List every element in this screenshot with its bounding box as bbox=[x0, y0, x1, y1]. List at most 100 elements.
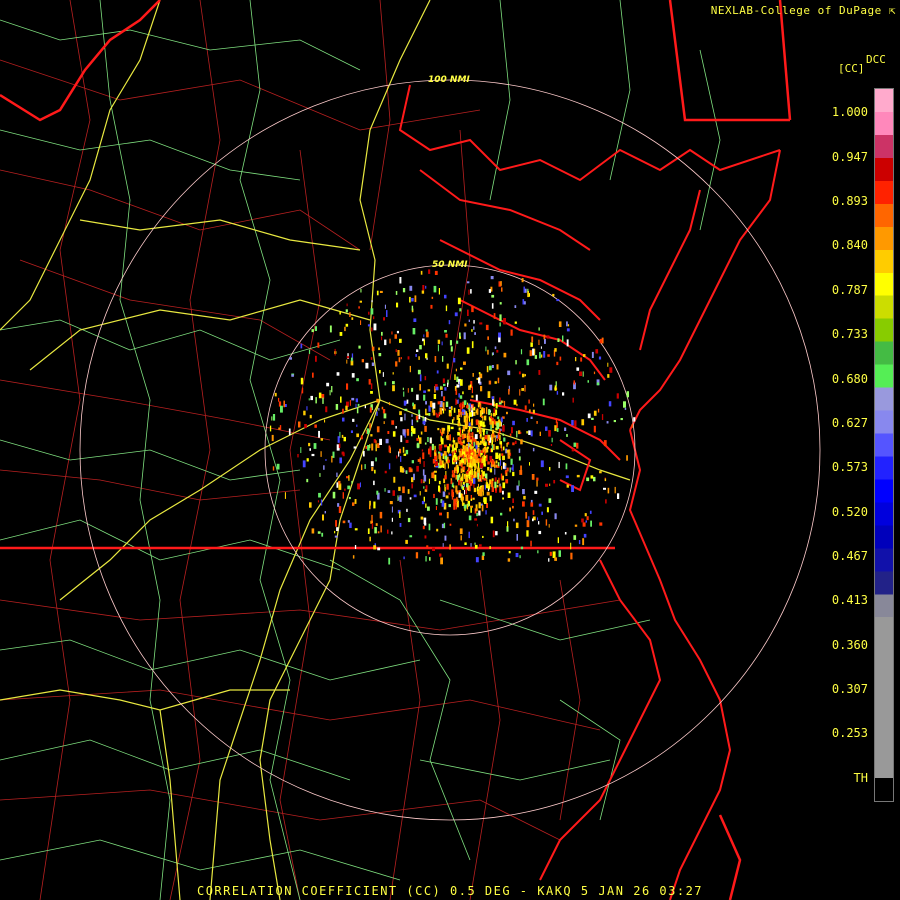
echo-pixel bbox=[458, 393, 460, 398]
echo-pixel bbox=[411, 305, 414, 311]
echo-pixel bbox=[444, 535, 447, 541]
echo-pixel bbox=[571, 420, 574, 426]
echo-pixel bbox=[587, 413, 591, 419]
echo-pixel bbox=[314, 424, 317, 428]
echo-pixel bbox=[482, 473, 484, 480]
echo-pixel bbox=[571, 485, 574, 492]
echo-pixel bbox=[528, 293, 530, 297]
external-link-icon[interactable]: ⇱ bbox=[889, 4, 896, 17]
echo-pixel bbox=[593, 371, 596, 375]
echo-pixel bbox=[453, 498, 456, 505]
echo-pixel bbox=[454, 312, 458, 317]
echo-pixel bbox=[558, 461, 560, 469]
colorbar-label: 0.573 bbox=[831, 460, 868, 474]
echo-pixel bbox=[452, 440, 456, 443]
echo-pixel bbox=[434, 474, 437, 482]
echo-pixel bbox=[377, 531, 380, 534]
echo-pixel bbox=[465, 476, 469, 483]
echo-pixel bbox=[371, 362, 375, 366]
echo-pixel bbox=[429, 401, 433, 407]
echo-pixel bbox=[471, 432, 474, 436]
echo-pixel bbox=[400, 435, 403, 443]
echo-pixel bbox=[564, 532, 567, 535]
echo-pixel bbox=[348, 475, 350, 481]
echo-pixel bbox=[556, 299, 560, 302]
echo-pixel bbox=[357, 403, 360, 407]
echo-pixel bbox=[482, 535, 484, 538]
echo-pixel bbox=[425, 503, 427, 508]
echo-pixel bbox=[442, 409, 445, 414]
echo-pixel bbox=[525, 512, 528, 519]
echo-pixel bbox=[533, 403, 535, 407]
echo-pixel bbox=[309, 502, 312, 508]
echo-pixel bbox=[392, 372, 394, 375]
echo-pixel bbox=[480, 453, 483, 456]
echo-pixel bbox=[499, 486, 502, 493]
echo-pixel bbox=[481, 475, 483, 482]
echo-pixel bbox=[576, 442, 579, 449]
echo-pixel bbox=[423, 390, 426, 393]
echo-pixel bbox=[499, 302, 502, 305]
echo-pixel bbox=[449, 523, 452, 526]
echo-pixel bbox=[318, 430, 320, 438]
echo-pixel bbox=[314, 326, 317, 331]
echo-pixel bbox=[505, 479, 509, 484]
echo-pixel bbox=[411, 414, 413, 417]
echo-pixel bbox=[623, 401, 626, 408]
echo-pixel bbox=[522, 501, 525, 507]
echo-pixel bbox=[425, 329, 428, 332]
echo-pixel bbox=[552, 551, 556, 558]
echo-pixel bbox=[574, 524, 578, 527]
echo-pixel bbox=[354, 499, 357, 504]
colorbar-label: 0.360 bbox=[831, 638, 868, 652]
echo-pixel bbox=[512, 464, 514, 472]
echo-pixel bbox=[598, 356, 602, 360]
echo-pixel bbox=[367, 445, 370, 451]
echo-pixel bbox=[423, 334, 425, 338]
echo-pixel bbox=[546, 507, 549, 513]
echo-pixel bbox=[383, 421, 385, 424]
echo-pixel bbox=[435, 412, 438, 415]
echo-pixel bbox=[460, 535, 462, 541]
echo-pixel bbox=[369, 536, 371, 542]
echo-pixel bbox=[381, 331, 383, 336]
echo-pixel bbox=[489, 418, 491, 422]
echo-pixel bbox=[381, 406, 384, 410]
echo-pixel bbox=[536, 480, 538, 487]
echo-pixel bbox=[407, 489, 410, 494]
echo-pixel bbox=[493, 412, 496, 417]
echo-pixel bbox=[514, 305, 517, 308]
echo-pixel bbox=[347, 485, 351, 490]
echo-pixel bbox=[549, 551, 552, 556]
echo-pixel bbox=[310, 395, 313, 401]
radar-map[interactable]: 100 NMI 50 NMI bbox=[0, 0, 900, 900]
echo-pixel bbox=[280, 405, 283, 413]
echo-pixel bbox=[381, 336, 383, 341]
echo-pixel bbox=[419, 374, 422, 382]
echo-pixel bbox=[274, 392, 277, 397]
echo-pixel bbox=[448, 504, 451, 508]
echo-pixel bbox=[349, 522, 352, 528]
echo-pixel bbox=[475, 394, 478, 401]
echo-pixel bbox=[499, 322, 501, 327]
echo-pixel bbox=[429, 557, 431, 561]
echo-pixel bbox=[388, 402, 391, 406]
echo-pixel bbox=[369, 407, 372, 413]
echo-pixel bbox=[529, 462, 530, 466]
echo-pixel bbox=[466, 405, 469, 409]
echo-pixel bbox=[499, 397, 501, 403]
echo-pixel bbox=[462, 444, 465, 449]
echo-pixel bbox=[547, 354, 550, 357]
echo-pixel bbox=[459, 395, 463, 399]
echo-pixel bbox=[475, 557, 479, 563]
echo-pixel bbox=[520, 349, 523, 355]
echo-pixel bbox=[423, 486, 425, 489]
echo-pixel bbox=[377, 443, 380, 448]
echo-pixel bbox=[502, 490, 504, 495]
echo-pixel bbox=[432, 458, 436, 464]
echo-pixel bbox=[528, 409, 531, 413]
echo-pixel bbox=[402, 387, 404, 391]
colorbar-label: 0.893 bbox=[831, 194, 868, 208]
echo-pixel bbox=[471, 446, 474, 449]
echo-pixel bbox=[465, 494, 469, 501]
